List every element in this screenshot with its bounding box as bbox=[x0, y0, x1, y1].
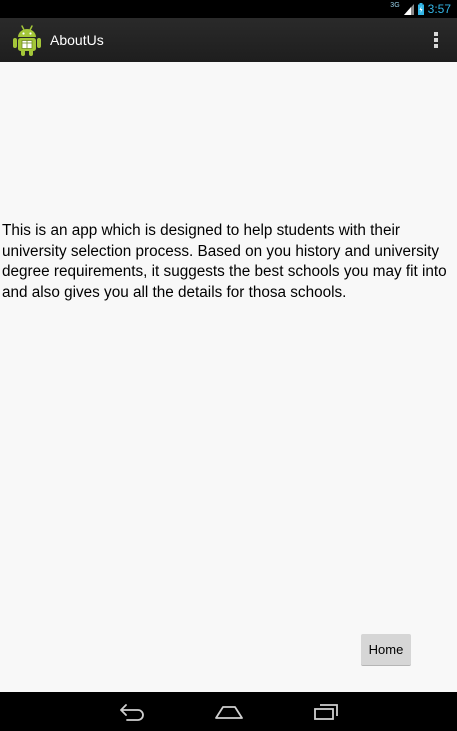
home-icon[interactable] bbox=[214, 701, 244, 723]
status-indicators: 3G 3:57 bbox=[390, 1, 451, 17]
action-bar: AboutUs bbox=[0, 18, 457, 62]
home-button[interactable]: Home bbox=[361, 634, 411, 666]
status-bar: 3G 3:57 bbox=[0, 0, 457, 18]
battery-icon bbox=[417, 3, 424, 15]
about-description: This is an app which is designed to help… bbox=[2, 222, 447, 301]
content-area: This is an app which is designed to help… bbox=[0, 62, 457, 692]
network-type-label: 3G bbox=[390, 1, 400, 9]
menu-dot bbox=[434, 32, 438, 36]
back-icon[interactable] bbox=[117, 701, 147, 723]
page-title: AboutUs bbox=[50, 32, 104, 48]
status-clock: 3:57 bbox=[427, 2, 451, 16]
recents-icon[interactable] bbox=[311, 701, 341, 723]
menu-dot bbox=[434, 38, 438, 42]
signal-strength-icon bbox=[403, 3, 414, 15]
overflow-menu-icon[interactable] bbox=[427, 30, 445, 50]
screen: 3G 3:57 AboutUs This is an app which is … bbox=[0, 0, 457, 731]
android-robot-icon[interactable] bbox=[11, 23, 43, 57]
menu-dot bbox=[434, 44, 438, 48]
navigation-bar bbox=[0, 692, 457, 731]
